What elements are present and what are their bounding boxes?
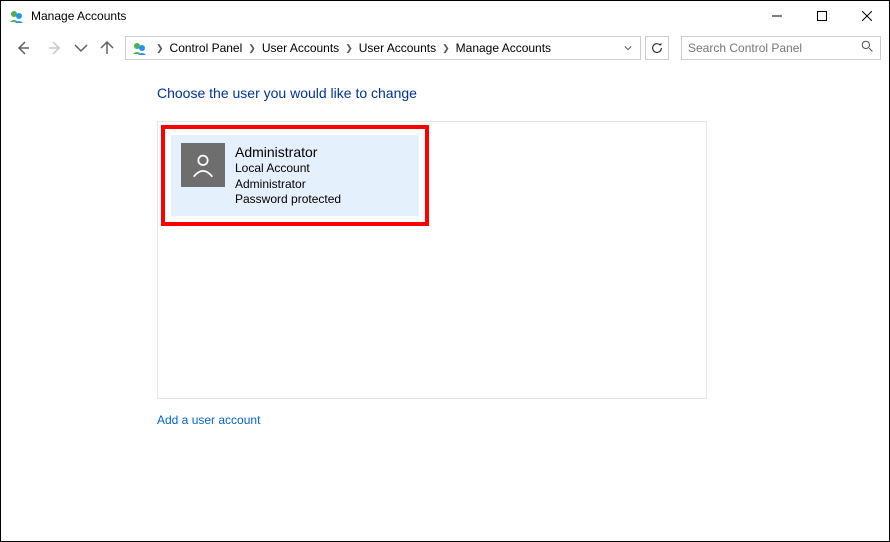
avatar xyxy=(181,143,225,187)
account-info: Administrator Local Account Administrato… xyxy=(235,143,341,208)
page-title: Choose the user you would like to change xyxy=(157,85,849,101)
add-user-link[interactable]: Add a user account xyxy=(157,413,260,427)
accounts-panel: Administrator Local Account Administrato… xyxy=(157,121,707,399)
forward-button[interactable] xyxy=(41,34,69,62)
breadcrumb-item[interactable]: User Accounts xyxy=(260,39,341,57)
chevron-right-icon[interactable]: ❯ xyxy=(341,43,357,54)
account-protection: Password protected xyxy=(235,192,341,208)
chevron-down-icon[interactable] xyxy=(618,44,638,52)
account-name: Administrator xyxy=(235,143,341,161)
user-accounts-icon xyxy=(9,8,25,24)
minimize-button[interactable] xyxy=(754,1,799,31)
search-placeholder: Search Control Panel xyxy=(688,41,861,55)
chevron-right-icon[interactable]: ❯ xyxy=(438,43,454,54)
window-title: Manage Accounts xyxy=(31,9,754,23)
account-role: Administrator xyxy=(235,177,341,193)
user-accounts-icon xyxy=(130,38,150,58)
up-button[interactable] xyxy=(93,34,121,62)
back-button[interactable] xyxy=(9,34,37,62)
titlebar: Manage Accounts xyxy=(1,1,889,31)
window-controls xyxy=(754,1,889,31)
navigation-bar: ❯ Control Panel ❯ User Accounts ❯ User A… xyxy=(1,31,889,65)
search-icon xyxy=(861,40,874,56)
maximize-button[interactable] xyxy=(799,1,844,31)
content-area: Choose the user you would like to change… xyxy=(1,65,889,447)
refresh-button[interactable] xyxy=(645,36,669,60)
breadcrumb-item[interactable]: Control Panel xyxy=(168,39,245,57)
close-button[interactable] xyxy=(844,1,889,31)
chevron-right-icon[interactable]: ❯ xyxy=(244,43,260,54)
breadcrumb-item[interactable]: Manage Accounts xyxy=(454,39,553,57)
breadcrumb-item[interactable]: User Accounts xyxy=(357,39,438,57)
highlight-annotation: Administrator Local Account Administrato… xyxy=(161,125,429,226)
address-bar[interactable]: ❯ Control Panel ❯ User Accounts ❯ User A… xyxy=(125,36,641,60)
chevron-right-icon[interactable]: ❯ xyxy=(152,43,168,54)
account-type: Local Account xyxy=(235,161,341,177)
recent-locations-button[interactable] xyxy=(73,34,89,62)
search-input[interactable]: Search Control Panel xyxy=(681,36,881,60)
account-tile[interactable]: Administrator Local Account Administrato… xyxy=(171,135,419,216)
